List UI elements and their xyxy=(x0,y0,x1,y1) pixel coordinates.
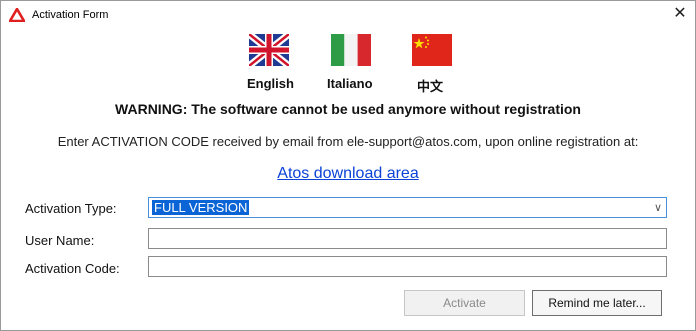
user-name-field[interactable] xyxy=(148,228,667,249)
activation-window: Activation Form ✕ English Italiano 中文 WA… xyxy=(0,0,696,331)
chevron-down-icon[interactable]: ∨ xyxy=(654,201,662,214)
activation-code-field[interactable] xyxy=(148,256,667,277)
download-area-link[interactable]: Atos download area xyxy=(1,165,695,183)
remind-later-button[interactable]: Remind me later... xyxy=(532,290,662,316)
lang-english[interactable]: English xyxy=(247,76,294,91)
user-name-label: User Name: xyxy=(25,233,95,248)
info-message: Enter ACTIVATION CODE received by email … xyxy=(57,134,639,149)
italy-flag-icon[interactable] xyxy=(331,34,371,66)
activation-type-value: FULL VERSION xyxy=(152,200,250,215)
close-icon[interactable]: ✕ xyxy=(671,5,689,23)
window-title: Activation Form xyxy=(32,9,109,21)
china-flag-icon[interactable] xyxy=(412,34,452,66)
warning-message: WARNING: The software cannot be used any… xyxy=(115,101,581,117)
activation-type-label: Activation Type: xyxy=(25,201,117,216)
activation-type-select[interactable]: FULL VERSION ∨ xyxy=(148,197,667,218)
atos-triangle-icon xyxy=(9,8,25,22)
title-bar: Activation Form ✕ xyxy=(1,1,695,29)
activation-code-label: Activation Code: xyxy=(25,261,120,276)
activate-button[interactable]: Activate xyxy=(404,290,525,316)
uk-flag-icon[interactable] xyxy=(249,34,289,66)
lang-italiano[interactable]: Italiano xyxy=(327,76,373,91)
lang-chinese[interactable]: 中文 xyxy=(417,76,443,95)
